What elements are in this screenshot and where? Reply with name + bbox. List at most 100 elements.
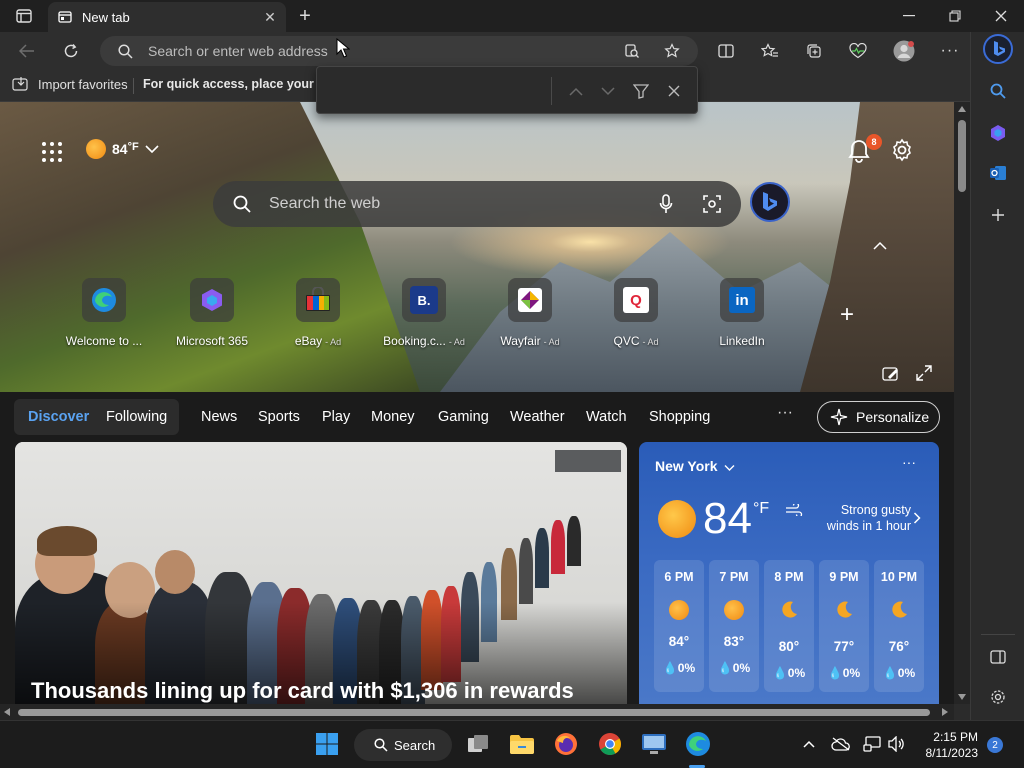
weather-card[interactable]: New York ··· 84 °F Strong gusty winds in… (639, 442, 939, 704)
news-headline[interactable]: Thousands lining up for card with $1,306… (31, 678, 574, 704)
web-search-input[interactable]: Search the web (269, 195, 380, 213)
sidebar-m365-button[interactable] (983, 118, 1013, 148)
more-dots-icon: ··· (940, 42, 960, 59)
collections-button[interactable] (799, 36, 829, 66)
personalize-button[interactable]: Personalize (817, 401, 940, 433)
add-favorite-button[interactable] (660, 40, 684, 62)
quick-link[interactable]: Q QVC - Ad (588, 278, 684, 348)
address-input[interactable]: Search or enter web address (148, 43, 328, 59)
sidebar-add-button[interactable] (983, 200, 1013, 230)
find-filter-button[interactable] (628, 79, 654, 103)
task-view-button[interactable] (463, 729, 493, 759)
quick-link[interactable]: in LinkedIn (694, 278, 790, 348)
split-screen-button[interactable] (711, 36, 741, 66)
weather-mini-widget[interactable]: 84 °F (86, 139, 159, 159)
add-quick-link-button[interactable]: + (836, 303, 858, 327)
microphone-icon[interactable] (659, 194, 673, 214)
tab-money[interactable]: Money (371, 409, 415, 425)
show-hidden-icons-button[interactable] (798, 733, 820, 755)
weather-city[interactable]: New York (655, 458, 718, 474)
edge-taskbar-button[interactable] (683, 729, 713, 759)
tab-following[interactable]: Following (106, 409, 167, 425)
quick-link[interactable]: Welcome to ... (56, 278, 152, 348)
firefox-button[interactable] (551, 729, 581, 759)
horizontal-scroll-thumb[interactable] (18, 709, 930, 716)
address-bar[interactable]: Search or enter web address (100, 36, 698, 66)
find-previous-button[interactable] (563, 79, 589, 103)
sidebar-hide-button[interactable] (983, 642, 1013, 672)
web-search-box[interactable]: Search the web (213, 181, 741, 227)
find-next-button[interactable] (595, 79, 621, 103)
quick-link[interactable]: B. Booking.c... - Ad (376, 278, 472, 348)
new-tab-button[interactable]: + (292, 5, 318, 27)
tab-gaming[interactable]: Gaming (438, 409, 489, 425)
system-clock[interactable]: 2:15 PM 8/11/2023 (912, 729, 979, 761)
bing-chat-button[interactable] (983, 34, 1013, 64)
hourly-item[interactable]: 9 PM 77° 💧0% (819, 560, 869, 692)
feed-more-button[interactable]: ··· (777, 404, 793, 422)
scroll-down-icon[interactable] (958, 694, 966, 700)
sidebar-settings-button[interactable] (983, 682, 1013, 712)
chrome-button[interactable] (595, 729, 625, 759)
tab-close-icon[interactable]: ✕ (260, 7, 280, 27)
scroll-left-icon[interactable] (4, 708, 10, 716)
browser-essentials-button[interactable] (843, 36, 873, 66)
network-button[interactable] (861, 733, 883, 755)
back-button[interactable] (12, 36, 42, 66)
close-window-button[interactable] (978, 0, 1024, 32)
notification-center-badge[interactable]: 2 (987, 737, 1003, 753)
app-launcher-button[interactable] (40, 140, 64, 164)
tab-news[interactable]: News (201, 409, 237, 425)
tab-watch[interactable]: Watch (586, 409, 627, 425)
tab-weather[interactable]: Weather (510, 409, 565, 425)
sidebar-search-button[interactable] (983, 76, 1013, 106)
tab-new-tab[interactable]: New tab ✕ (48, 2, 286, 32)
profile-button[interactable] (889, 36, 919, 66)
chevron-right-icon[interactable] (913, 512, 921, 524)
translate-button[interactable] (620, 40, 644, 62)
wind-alert[interactable]: Strong gusty winds in 1 hour (807, 502, 911, 534)
quick-links: Welcome to ... Microsoft 365 eBay - Ad B.… (62, 278, 822, 350)
sidebar-outlook-button[interactable] (983, 158, 1013, 188)
favorites-button[interactable] (755, 36, 785, 66)
tab-actions-button[interactable] (8, 4, 40, 28)
visual-search-icon[interactable] (703, 195, 721, 213)
remote-desktop-button[interactable] (639, 729, 669, 759)
hourly-item[interactable]: 10 PM 76° 💧0% (874, 560, 924, 692)
cloud-sync-button[interactable] (830, 733, 852, 755)
page-settings-button[interactable] (890, 138, 914, 162)
volume-button[interactable] (885, 733, 907, 755)
customize-background-button[interactable] (882, 365, 900, 383)
quick-link[interactable]: eBay - Ad (270, 278, 366, 348)
start-button[interactable] (312, 729, 342, 759)
file-explorer-button[interactable] (507, 729, 537, 759)
restore-button[interactable] (932, 0, 978, 32)
minimize-button[interactable] (886, 0, 932, 32)
chevron-down-icon[interactable] (724, 464, 735, 472)
taskbar-search-button[interactable]: Search (354, 729, 452, 761)
quick-link[interactable]: Microsoft 365 (164, 278, 260, 348)
quick-link[interactable]: Wayfair - Ad (482, 278, 578, 348)
settings-and-more-button[interactable]: ··· (935, 36, 965, 66)
bing-chat-search-button[interactable] (750, 182, 790, 222)
vertical-scrollbar[interactable] (954, 102, 970, 704)
find-input[interactable] (329, 77, 549, 105)
tab-play[interactable]: Play (322, 409, 350, 425)
find-close-button[interactable] (661, 79, 687, 103)
tab-shopping[interactable]: Shopping (649, 409, 710, 425)
hourly-item[interactable]: 8 PM 80° 💧0% (764, 560, 814, 692)
horizontal-scrollbar[interactable] (0, 704, 954, 720)
collapse-hero-button[interactable] (873, 238, 891, 252)
scroll-up-icon[interactable] (958, 106, 966, 112)
fullscreen-background-button[interactable] (916, 365, 934, 383)
import-favorites-button[interactable]: Import favorites (12, 76, 128, 92)
hourly-item[interactable]: 6 PM 84° 💧0% (654, 560, 704, 692)
tab-discover[interactable]: Discover (28, 409, 89, 425)
vertical-scroll-thumb[interactable] (958, 120, 966, 192)
tab-sports[interactable]: Sports (258, 409, 300, 425)
weather-more-button[interactable]: ··· (902, 454, 916, 470)
hourly-item[interactable]: 7 PM 83° 💧0% (709, 560, 759, 692)
scroll-right-icon[interactable] (942, 708, 948, 716)
news-card[interactable]: Thousands lining up for card with $1,306… (15, 442, 627, 704)
refresh-button[interactable] (56, 36, 86, 66)
